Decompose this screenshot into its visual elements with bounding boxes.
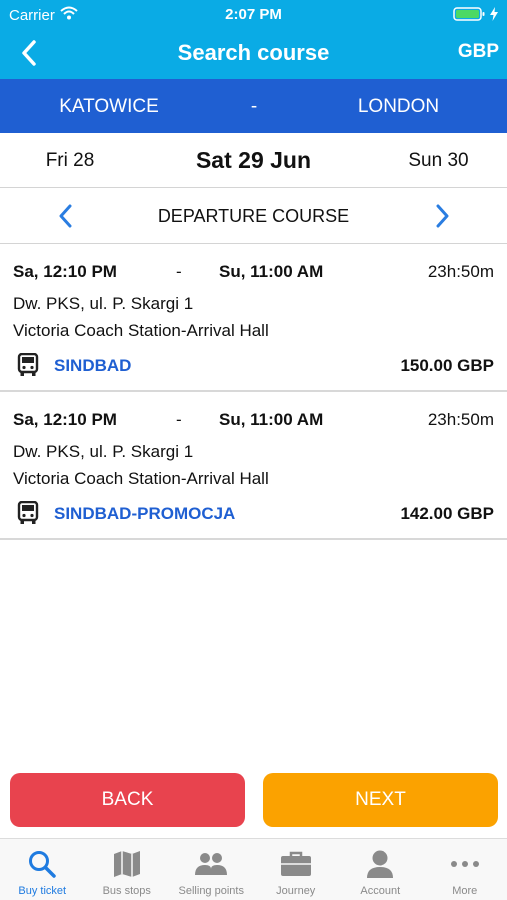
departure-station: Dw. PKS, ul. P. Skargi 1 — [13, 294, 194, 313]
people-icon — [169, 848, 254, 880]
tab-journey[interactable]: Journey — [254, 839, 339, 900]
tab-bar: Buy ticket Bus stops Selling points Jour… — [0, 838, 507, 900]
map-icon — [85, 848, 170, 880]
status-bar: Carrier 2:07 PM — [0, 0, 507, 28]
course-selector: DEPARTURE COURSE — [0, 188, 507, 244]
current-date: Sat 29 Jun — [195, 147, 312, 173]
tab-label: Buy ticket — [18, 885, 67, 897]
route-separator: - — [250, 96, 258, 117]
bus-icon — [17, 352, 39, 377]
currency-selector[interactable]: GBP — [458, 41, 499, 63]
time-separator: - — [176, 262, 182, 281]
trip-duration: 23h:50m — [427, 410, 494, 429]
charging-icon — [490, 7, 498, 25]
tab-more[interactable]: More — [423, 839, 507, 900]
next-date[interactable]: Sun 30 — [370, 150, 507, 172]
route-origin: KATOWICE — [59, 96, 159, 117]
departure-station: Dw. PKS, ul. P. Skargi 1 — [13, 442, 194, 461]
route-destination: LONDON — [357, 96, 440, 117]
bus-icon — [17, 500, 39, 525]
trip-item[interactable]: Sa, 12:10 PM - Su, 11:00 AM 23h:50m Dw. … — [0, 244, 507, 392]
route-bar: KATOWICE - LONDON — [0, 79, 507, 133]
tab-label: Journey — [276, 885, 316, 897]
tab-label: Account — [360, 885, 401, 897]
departure-time: Sa, 12:10 PM — [13, 262, 117, 281]
arrival-time: Su, 11:00 AM — [219, 410, 324, 429]
departure-time: Sa, 12:10 PM — [13, 410, 117, 429]
tab-selling-points[interactable]: Selling points — [169, 839, 254, 900]
previous-date[interactable]: Fri 28 — [0, 150, 140, 172]
battery-icon — [453, 6, 487, 26]
person-icon — [338, 848, 423, 880]
nav-bar: Search course GBP — [0, 28, 507, 79]
tab-label: Selling points — [178, 885, 244, 897]
tab-label: Bus stops — [102, 885, 151, 897]
tab-bus-stops[interactable]: Bus stops — [85, 839, 170, 900]
next-course-button[interactable] — [430, 202, 456, 230]
next-button[interactable]: NEXT — [263, 773, 498, 827]
arrival-time: Su, 11:00 AM — [219, 262, 324, 281]
tab-buy-ticket[interactable]: Buy ticket — [0, 839, 85, 900]
back-button[interactable]: BACK — [10, 773, 245, 827]
trip-price: 150.00 GBP — [400, 356, 494, 375]
trip-list: Sa, 12:10 PM - Su, 11:00 AM 23h:50m Dw. … — [0, 244, 507, 540]
carrier-name: SINDBAD — [54, 356, 132, 375]
tab-label: More — [452, 885, 478, 897]
arrival-station: Victoria Coach Station-Arrival Hall — [13, 469, 269, 488]
chevron-right-icon — [436, 204, 449, 228]
more-icon — [423, 848, 507, 880]
trip-duration: 23h:50m — [427, 262, 494, 281]
trip-price: 142.00 GBP — [400, 504, 494, 523]
status-time: 2:07 PM — [225, 6, 282, 23]
time-separator: - — [176, 410, 182, 429]
search-icon — [0, 848, 85, 880]
battery-indicator — [453, 6, 498, 26]
trip-item[interactable]: Sa, 12:10 PM - Su, 11:00 AM 23h:50m Dw. … — [0, 392, 507, 540]
arrival-station: Victoria Coach Station-Arrival Hall — [13, 321, 269, 340]
carrier-name: SINDBAD-PROMOCJA — [54, 504, 236, 523]
tab-account[interactable]: Account — [338, 839, 423, 900]
page-title: Search course — [177, 40, 330, 65]
date-selector: Fri 28 Sat 29 Jun Sun 30 — [0, 133, 507, 188]
briefcase-icon — [254, 848, 339, 880]
